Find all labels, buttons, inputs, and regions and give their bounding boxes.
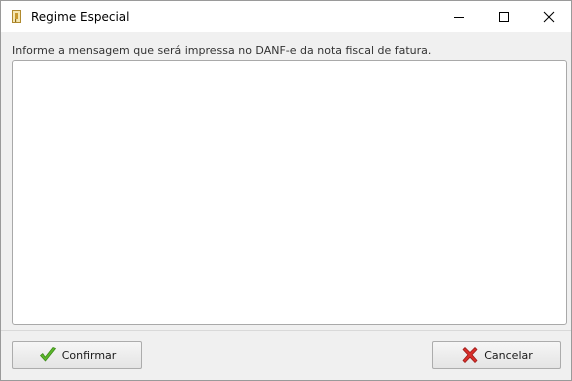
title-bar[interactable]: Regime Especial [1, 1, 571, 32]
confirm-button-label: Confirmar [61, 348, 117, 362]
document-key-icon [11, 9, 23, 23]
message-prompt-label: Informe a mensagem que será impressa no … [12, 44, 432, 57]
maximize-icon [498, 11, 509, 22]
maximize-button[interactable] [481, 1, 526, 32]
close-button[interactable] [526, 1, 571, 32]
cancel-button-label: Cancelar [484, 348, 533, 362]
red-x-icon [462, 347, 478, 363]
cancel-button[interactable]: Cancelar [432, 341, 561, 369]
minimize-icon [453, 16, 464, 18]
minimize-button[interactable] [436, 1, 481, 32]
confirm-button[interactable]: Confirmar [12, 341, 142, 369]
footer-divider [1, 330, 571, 331]
checkmark-icon [39, 347, 56, 362]
dialog-window: Regime Especial Informe a mensagem que s… [0, 0, 572, 381]
message-textarea[interactable] [12, 60, 567, 325]
close-icon [543, 11, 554, 22]
window-title: Regime Especial [31, 10, 130, 24]
